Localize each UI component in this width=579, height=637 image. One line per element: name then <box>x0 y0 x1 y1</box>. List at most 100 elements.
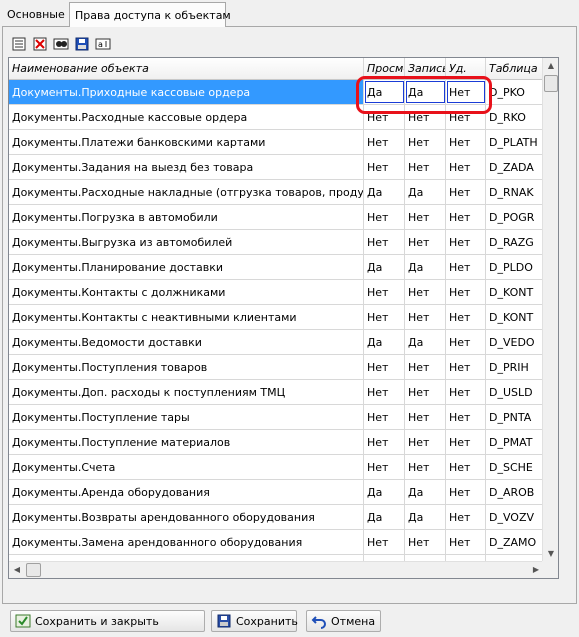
cell-write[interactable]: Да <box>405 180 446 204</box>
cell-object-name[interactable]: Документы.Планирование доставки <box>9 255 364 279</box>
cell-object-name[interactable]: Документы.Задания на выезд без товара <box>9 155 364 179</box>
cell-delete[interactable]: Нет <box>446 380 486 404</box>
cell-table[interactable]: D_KONT <box>486 305 544 329</box>
cell-delete[interactable]: Нет <box>446 330 486 354</box>
table-row[interactable]: Документы.Погрузка в автомобили Нет Нет Нет… <box>9 205 544 230</box>
cell-table[interactable]: D_PLATH <box>486 130 544 154</box>
vertical-scrollbar[interactable]: ▲ ▼ <box>542 58 558 562</box>
scroll-down-icon[interactable]: ▼ <box>543 546 558 562</box>
table-row[interactable]: Документы.Контакты с неактивными клиента… <box>9 305 544 330</box>
cell-delete[interactable]: Нет <box>446 305 486 329</box>
cell-delete[interactable]: Нет <box>446 80 486 104</box>
table-row[interactable]: Документы.Доп. расходы к поступлениям ТМ… <box>9 380 544 405</box>
cell-delete[interactable]: Нет <box>446 230 486 254</box>
cell-write[interactable]: Нет <box>405 205 446 229</box>
cell-table[interactable]: D_VOZV <box>486 505 544 529</box>
table-row[interactable]: Документы.Поступления товаров Нет Нет Нет D_… <box>9 355 544 380</box>
cell-view[interactable]: Да <box>364 180 405 204</box>
cell-delete[interactable]: Нет <box>446 205 486 229</box>
cell-delete[interactable]: Нет <box>446 280 486 304</box>
cell-table[interactable]: D_VEDO <box>486 330 544 354</box>
cell-view[interactable]: Нет <box>364 280 405 304</box>
scroll-up-icon[interactable]: ▲ <box>543 58 558 74</box>
cell-write[interactable]: Нет <box>405 455 446 479</box>
column-header-write[interactable]: Запись <box>405 58 446 80</box>
cell-write[interactable]: Нет <box>405 355 446 379</box>
cell-view[interactable]: Да <box>364 255 405 279</box>
cell-table[interactable]: D_USLD <box>486 380 544 404</box>
cell-object-name[interactable]: Документы.Доп. расходы к поступлениям ТМ… <box>9 380 364 404</box>
table-row[interactable]: Документы.Поступление тары Нет Нет Нет D_PNT… <box>9 405 544 430</box>
cell-object-name[interactable]: Документы.Счета <box>9 455 364 479</box>
horizontal-scroll-thumb[interactable] <box>26 563 41 577</box>
cell-table[interactable]: D_RNAK <box>486 180 544 204</box>
cell-view[interactable]: Да <box>364 480 405 504</box>
cell-table[interactable]: D_RAZG <box>486 230 544 254</box>
cell-view[interactable]: Нет <box>364 380 405 404</box>
cell-delete[interactable]: Нет <box>446 105 486 129</box>
cell-write[interactable]: Нет <box>405 130 446 154</box>
table-row[interactable]: Документы.Приходные кассовые ордера Да Да Н… <box>9 80 544 105</box>
cell-delete[interactable]: Нет <box>446 455 486 479</box>
table-row[interactable]: Документы.Выгрузка из автомобилей Нет Нет Н… <box>9 230 544 255</box>
cell-table[interactable]: D_PKO <box>486 80 544 104</box>
cell-write[interactable]: Да <box>405 255 446 279</box>
table-row[interactable]: Документы.Возвраты арендованного оборудо… <box>9 505 544 530</box>
cell-view[interactable]: Да <box>364 330 405 354</box>
cell-object-name[interactable]: Документы.Контакты с должниками <box>9 280 364 304</box>
cell-delete[interactable]: Нет <box>446 355 486 379</box>
table-row[interactable]: Документы.Платежи банковскими картами Нет… <box>9 130 544 155</box>
cell-table[interactable]: D_POGR <box>486 205 544 229</box>
cell-delete[interactable]: Нет <box>446 155 486 179</box>
cell-table[interactable]: D_SCHE <box>486 455 544 479</box>
column-header-name[interactable]: Наименование объекта <box>9 58 364 80</box>
cell-view[interactable]: Нет <box>364 455 405 479</box>
cell-view[interactable]: Нет <box>364 205 405 229</box>
cell-write[interactable]: Да <box>405 505 446 529</box>
cell-object-name[interactable]: Документы.Приходные кассовые ордера <box>9 80 364 104</box>
cell-object-name[interactable]: Документы.Аренда оборудования <box>9 480 364 504</box>
cell-write[interactable]: Нет <box>405 280 446 304</box>
cell-view[interactable]: Нет <box>364 405 405 429</box>
cell-object-name[interactable]: Документы.Замена арендованного оборудова… <box>9 530 364 554</box>
cell-delete[interactable]: Нет <box>446 255 486 279</box>
cell-delete[interactable]: Нет <box>446 430 486 454</box>
table-row[interactable]: Документы.Расходные кассовые ордера Нет Не… <box>9 105 544 130</box>
tab-access-rights[interactable]: Права доступа к объектам <box>69 2 231 27</box>
cell-table[interactable]: D_PRIH <box>486 355 544 379</box>
cell-object-name[interactable]: Документы.Возвраты арендованного оборудо… <box>9 505 364 529</box>
tab-main[interactable]: Основные <box>2 4 65 26</box>
table-row[interactable]: Документы.Ведомости доставки Да Да Нет D_VED… <box>9 330 544 355</box>
cell-table[interactable]: D_ZADA <box>486 155 544 179</box>
rename-button[interactable]: a <box>94 35 112 53</box>
cell-view[interactable]: Нет <box>364 355 405 379</box>
cell-write[interactable]: Нет <box>405 380 446 404</box>
save-and-close-button[interactable]: Сохранить и закрыть <box>10 610 205 632</box>
cell-write[interactable]: Да <box>405 480 446 504</box>
new-record-button[interactable] <box>10 35 28 53</box>
cell-view[interactable]: Нет <box>364 230 405 254</box>
cell-delete[interactable]: Нет <box>446 405 486 429</box>
column-header-delete[interactable]: Уд. <box>446 58 486 80</box>
cell-delete[interactable]: Нет <box>446 480 486 504</box>
cell-view[interactable]: Нет <box>364 305 405 329</box>
cell-table[interactable]: D_ZAMO <box>486 530 544 554</box>
cell-delete[interactable]: Нет <box>446 530 486 554</box>
table-row[interactable]: Документы.Контакты с должниками Нет Нет Нет… <box>9 280 544 305</box>
cell-object-name[interactable]: Документы.Поступление тары <box>9 405 364 429</box>
cell-table[interactable]: D_RKO <box>486 105 544 129</box>
cell-delete[interactable]: Нет <box>446 505 486 529</box>
cell-view[interactable]: Нет <box>364 530 405 554</box>
cell-object-name[interactable]: Документы.Ведомости доставки <box>9 330 364 354</box>
cell-write[interactable]: Нет <box>405 305 446 329</box>
table-row[interactable]: Документы.Аренда оборудования Да Да Нет D_AR… <box>9 480 544 505</box>
cancel-button[interactable]: Отмена <box>306 610 381 632</box>
cell-object-name[interactable]: Документы.Выгрузка из автомобилей <box>9 230 364 254</box>
cell-view[interactable]: Да <box>364 505 405 529</box>
filter-button[interactable] <box>52 35 70 53</box>
cell-table[interactable]: D_PMAT <box>486 430 544 454</box>
save-record-button[interactable] <box>73 35 91 53</box>
delete-record-button[interactable] <box>31 35 49 53</box>
cell-delete[interactable]: Нет <box>446 180 486 204</box>
cell-object-name[interactable]: Документы.Контакты с неактивными клиента… <box>9 305 364 329</box>
